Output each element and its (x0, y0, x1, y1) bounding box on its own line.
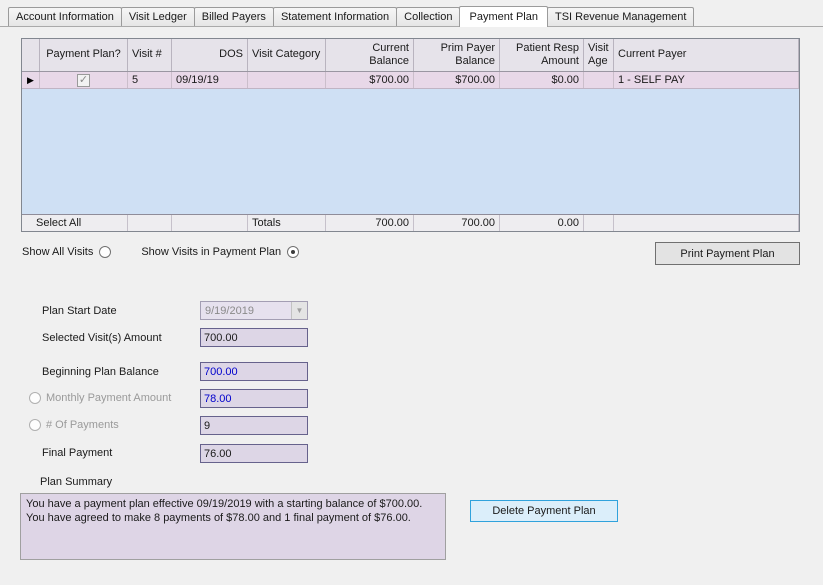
beginning-plan-balance-field[interactable] (200, 362, 308, 381)
grid-header-row: Payment Plan? Visit # DOS Visit Category… (22, 39, 799, 72)
selected-visits-amount-label: Selected Visit(s) Amount (42, 332, 162, 344)
show-all-visits-radio[interactable]: Show All Visits (22, 246, 111, 258)
footer-totals-label: Totals (248, 215, 326, 231)
tab-strip: Account Information Visit Ledger Billed … (0, 7, 823, 27)
visit-filter-options: Show All Visits Show Visits in Payment P… (22, 246, 299, 258)
visit-age-cell (584, 72, 614, 88)
row-selector-arrow-icon: ▶ (27, 76, 34, 85)
table-row[interactable]: ▶ ✓ 5 09/19/19 $700.00 $700.00 $0.00 1 -… (22, 72, 799, 89)
tab-payment-plan[interactable]: Payment Plan (459, 6, 547, 27)
column-header-dos[interactable]: DOS (172, 39, 248, 71)
show-all-visits-label: Show All Visits (22, 246, 93, 258)
tab-account-information[interactable]: Account Information (8, 7, 122, 26)
column-header-visit-category[interactable]: Visit Category (248, 39, 326, 71)
column-header-visit-age[interactable]: Visit Age (584, 39, 614, 71)
monthly-payment-amount-field[interactable] (200, 389, 308, 408)
footer-current-payer-cell (614, 215, 799, 231)
tab-statement-information[interactable]: Statement Information (273, 7, 397, 26)
final-payment-label: Final Payment (42, 447, 112, 459)
num-of-payments-field[interactable] (200, 416, 308, 435)
patient-resp-amount-cell: $0.00 (500, 72, 584, 88)
monthly-payment-amount-label: Monthly Payment Amount (46, 392, 171, 404)
footer-patient-resp-total: 0.00 (500, 215, 584, 231)
tab-billed-payers[interactable]: Billed Payers (194, 7, 274, 26)
payment-plan-checkbox[interactable]: ✓ (77, 74, 90, 87)
tab-visit-ledger[interactable]: Visit Ledger (121, 7, 195, 26)
calendar-dropdown-icon[interactable]: ▼ (291, 302, 307, 319)
column-header-current-balance[interactable]: Current Balance (326, 39, 414, 71)
column-header-selector (22, 39, 40, 71)
num-of-payments-label: # Of Payments (46, 419, 119, 431)
show-visits-in-payment-plan-radio[interactable]: Show Visits in Payment Plan (141, 246, 299, 258)
select-all-button[interactable]: Select All (22, 215, 128, 231)
monthly-payment-radio-icon[interactable] (29, 392, 41, 404)
show-visits-in-payment-plan-label: Show Visits in Payment Plan (141, 246, 281, 258)
show-visits-in-payment-plan-radio-icon (287, 246, 299, 258)
footer-current-balance-total: 700.00 (326, 215, 414, 231)
tab-collection[interactable]: Collection (396, 7, 460, 26)
dos-cell: 09/19/19 (172, 72, 248, 88)
footer-visit-number-cell (128, 215, 172, 231)
visits-grid: Payment Plan? Visit # DOS Visit Category… (21, 38, 800, 232)
visit-number-cell: 5 (128, 72, 172, 88)
row-selector-cell: ▶ (22, 72, 40, 88)
column-header-payment-plan[interactable]: Payment Plan? (40, 39, 128, 71)
column-header-visit-number[interactable]: Visit # (128, 39, 172, 71)
column-header-prim-payer-balance[interactable]: Prim Payer Balance (414, 39, 500, 71)
show-all-visits-radio-icon (99, 246, 111, 258)
print-payment-plan-button[interactable]: Print Payment Plan (655, 242, 800, 265)
beginning-plan-balance-label: Beginning Plan Balance (42, 366, 159, 378)
prim-payer-balance-cell: $700.00 (414, 72, 500, 88)
grid-footer-row: Select All Totals 700.00 700.00 0.00 (22, 214, 799, 231)
column-header-patient-resp-amount[interactable]: Patient Resp Amount (500, 39, 584, 71)
plan-summary-label: Plan Summary (40, 476, 112, 488)
tab-tsi-revenue-management[interactable]: TSI Revenue Management (547, 7, 694, 26)
plan-start-date-value: 9/19/2019 (201, 305, 291, 317)
footer-visit-age-cell (584, 215, 614, 231)
current-payer-cell: 1 - SELF PAY (614, 72, 799, 88)
footer-prim-payer-total: 700.00 (414, 215, 500, 231)
grid-empty-area (22, 89, 799, 214)
column-header-current-payer[interactable]: Current Payer (614, 39, 799, 71)
current-balance-cell: $700.00 (326, 72, 414, 88)
final-payment-field[interactable] (200, 444, 308, 463)
plan-start-date-label: Plan Start Date (42, 305, 117, 317)
delete-payment-plan-button[interactable]: Delete Payment Plan (470, 500, 618, 522)
plan-summary-text: You have a payment plan effective 09/19/… (20, 493, 446, 560)
plan-start-date-field[interactable]: 9/19/2019 ▼ (200, 301, 308, 320)
footer-dos-cell (172, 215, 248, 231)
selected-visits-amount-field[interactable] (200, 328, 308, 347)
num-of-payments-radio-icon[interactable] (29, 419, 41, 431)
visit-category-cell (248, 72, 326, 88)
payment-plan-cell: ✓ (40, 72, 128, 88)
